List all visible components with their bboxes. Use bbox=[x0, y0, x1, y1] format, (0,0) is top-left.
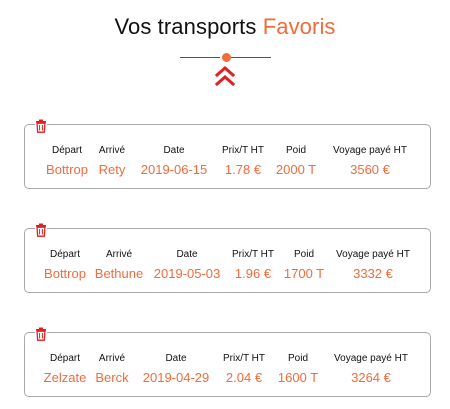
double-chevron-up-icon[interactable] bbox=[213, 65, 237, 87]
value-date: 2019-05-03 bbox=[153, 266, 221, 281]
header-date: Date bbox=[176, 249, 198, 260]
header-depart: Départ bbox=[51, 145, 83, 156]
header-voyage: Voyage payé HT bbox=[336, 249, 410, 260]
page-title-accent: Favoris bbox=[262, 14, 336, 39]
value-prix: 1.96 € bbox=[234, 266, 272, 281]
transport-card: Départ Bottrop Arrivé Rety Date 2019-06-… bbox=[24, 119, 431, 189]
trash-icon[interactable] bbox=[35, 327, 47, 341]
trash-icon[interactable] bbox=[35, 119, 47, 133]
header-prix: Prix/T HT bbox=[231, 249, 275, 260]
header-voyage: Voyage payé HT bbox=[334, 353, 408, 364]
header-arrive: Arrivé bbox=[98, 145, 126, 156]
value-arrive: Bethune bbox=[94, 266, 144, 281]
header-prix: Prix/T HT bbox=[222, 353, 266, 364]
field-prix: Prix/T HT 1.78 € bbox=[222, 145, 264, 177]
divider-left bbox=[180, 57, 220, 58]
value-depart: Zelzate bbox=[43, 370, 87, 385]
value-voyage: 3560 € bbox=[350, 162, 390, 177]
page-title-main: Vos transports bbox=[114, 14, 257, 39]
field-depart: Départ Bottrop bbox=[46, 145, 88, 177]
value-depart: Bottrop bbox=[44, 266, 86, 281]
value-prix: 2.04 € bbox=[225, 370, 263, 385]
trash-icon[interactable] bbox=[35, 223, 47, 237]
header-poid: Poid bbox=[285, 145, 306, 156]
field-prix: Prix/T HT 2.04 € bbox=[223, 353, 265, 385]
field-arrive: Arrivé Berck bbox=[95, 353, 128, 385]
header-depart: Départ bbox=[49, 249, 81, 260]
field-depart: Départ Bottrop bbox=[44, 249, 86, 281]
field-date: Date 2019-04-29 bbox=[143, 353, 210, 385]
value-poid: 2000 T bbox=[275, 162, 317, 177]
divider-right bbox=[231, 57, 271, 58]
page-title: Vos transports Favoris bbox=[0, 14, 450, 40]
header-poid: Poid bbox=[287, 353, 308, 364]
header-depart: Départ bbox=[49, 353, 81, 364]
field-voyage: Voyage payé HT 3332 € bbox=[336, 249, 410, 281]
transport-card: Départ Zelzate Arrivé Berck Date 2019-04… bbox=[24, 327, 431, 397]
transport-card: Départ Bottrop Arrivé Bethune Date 2019-… bbox=[24, 223, 431, 293]
value-prix: 1.78 € bbox=[224, 162, 262, 177]
header-date: Date bbox=[165, 353, 187, 364]
field-poid: Poid 2000 T bbox=[276, 145, 316, 177]
value-poid: 1600 T bbox=[277, 370, 319, 385]
header-prix: Prix/T HT bbox=[221, 145, 265, 156]
field-poid: Poid 1600 T bbox=[278, 353, 318, 385]
header-poid: Poid bbox=[293, 249, 314, 260]
field-date: Date 2019-06-15 bbox=[141, 145, 208, 177]
field-poid: Poid 1700 T bbox=[284, 249, 324, 281]
field-depart: Départ Zelzate bbox=[44, 353, 87, 385]
field-voyage: Voyage payé HT 3560 € bbox=[333, 145, 407, 177]
value-voyage: 3264 € bbox=[351, 370, 391, 385]
field-prix: Prix/T HT 1.96 € bbox=[232, 249, 274, 281]
title-decoration bbox=[0, 48, 450, 88]
field-arrive: Arrivé Bethune bbox=[95, 249, 143, 281]
divider-dot bbox=[222, 53, 231, 62]
field-arrive: Arrivé Rety bbox=[99, 145, 126, 177]
value-date: 2019-06-15 bbox=[140, 162, 208, 177]
field-date: Date 2019-05-03 bbox=[154, 249, 221, 281]
value-poid: 1700 T bbox=[283, 266, 325, 281]
value-depart: Bottrop bbox=[46, 162, 88, 177]
value-arrive: Berck bbox=[95, 370, 129, 385]
header-voyage: Voyage payé HT bbox=[333, 145, 407, 156]
value-arrive: Rety bbox=[98, 162, 126, 177]
value-voyage: 3332 € bbox=[353, 266, 393, 281]
header-date: Date bbox=[163, 145, 185, 156]
value-date: 2019-04-29 bbox=[142, 370, 210, 385]
header-arrive: Arrivé bbox=[98, 353, 126, 364]
field-voyage: Voyage payé HT 3264 € bbox=[334, 353, 408, 385]
header-arrive: Arrivé bbox=[105, 249, 133, 260]
